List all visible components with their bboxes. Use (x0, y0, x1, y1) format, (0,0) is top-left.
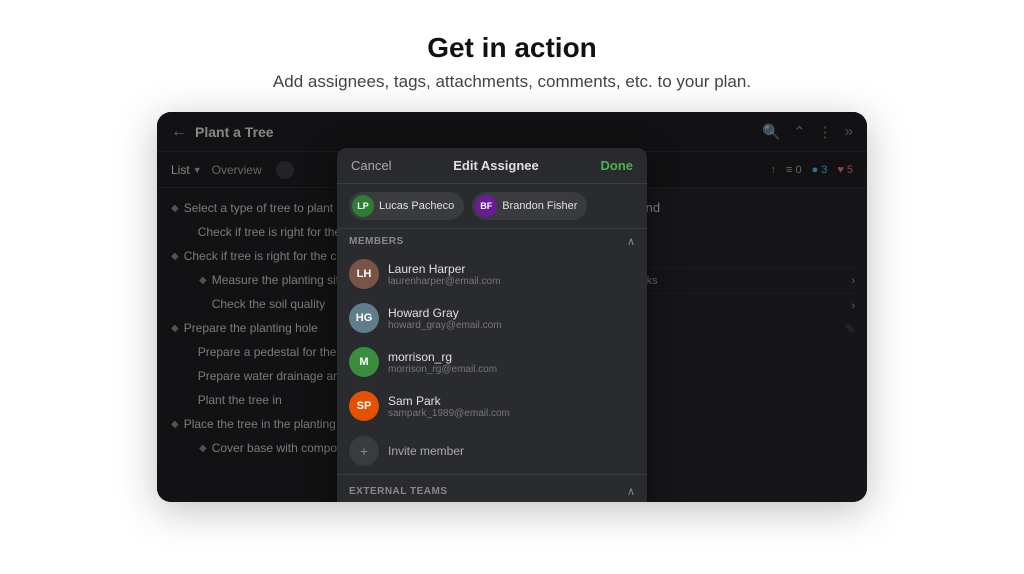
member-item-howard[interactable]: HG Howard Gray howard_gray@email.com (337, 296, 647, 340)
invite-label: Invite member (388, 444, 464, 458)
done-button[interactable]: Done (600, 158, 633, 173)
member-item-lauren[interactable]: LH Lauren Harper laurenharper@email.com (337, 252, 647, 296)
avatar-morrison: M (349, 347, 379, 377)
members-toggle[interactable]: ∧ (627, 235, 635, 248)
avatar-lucas: LP (352, 195, 374, 217)
assignee-chip-lucas[interactable]: LP Lucas Pacheco (349, 192, 464, 220)
assignee-chips: LP Lucas Pacheco BF Brandon Fisher (337, 184, 647, 229)
cancel-button[interactable]: Cancel (351, 158, 391, 173)
assignee-chip-brandon[interactable]: BF Brandon Fisher (472, 192, 587, 220)
invite-member-item[interactable]: + Invite member (337, 428, 647, 474)
modal-header: Cancel Edit Assignee Done (337, 148, 647, 184)
app-window: ← Plant a Tree 🔍 ⌃ ⋮ » List ▼ Overview ↑… (157, 112, 867, 502)
ext-label: EXTERNAL TEAMS (349, 486, 448, 497)
avatar-howard: HG (349, 303, 379, 333)
avatar-sam: SP (349, 391, 379, 421)
avatar-lauren: LH (349, 259, 379, 289)
avatar-brandon: BF (475, 195, 497, 217)
members-section-header: MEMBERS ∧ (337, 229, 647, 252)
members-label: MEMBERS (349, 236, 404, 247)
hero-title: Get in action (20, 32, 1004, 64)
invite-icon: + (349, 436, 379, 466)
edit-assignee-modal: Cancel Edit Assignee Done LP Lucas Pache… (337, 148, 647, 502)
member-item-morrison[interactable]: M morrison_rg morrison_rg@email.com (337, 340, 647, 384)
external-teams-section: EXTERNAL TEAMS ∧ You can outsource a tas… (337, 474, 647, 502)
ext-section-header: EXTERNAL TEAMS ∧ (337, 479, 647, 502)
ext-toggle[interactable]: ∧ (627, 485, 635, 498)
hero-subtitle: Add assignees, tags, attachments, commen… (20, 72, 1004, 92)
hero-section: Get in action Add assignees, tags, attac… (0, 0, 1024, 112)
member-item-sam[interactable]: SP Sam Park sampark_1989@email.com (337, 384, 647, 428)
modal-title: Edit Assignee (453, 158, 538, 173)
